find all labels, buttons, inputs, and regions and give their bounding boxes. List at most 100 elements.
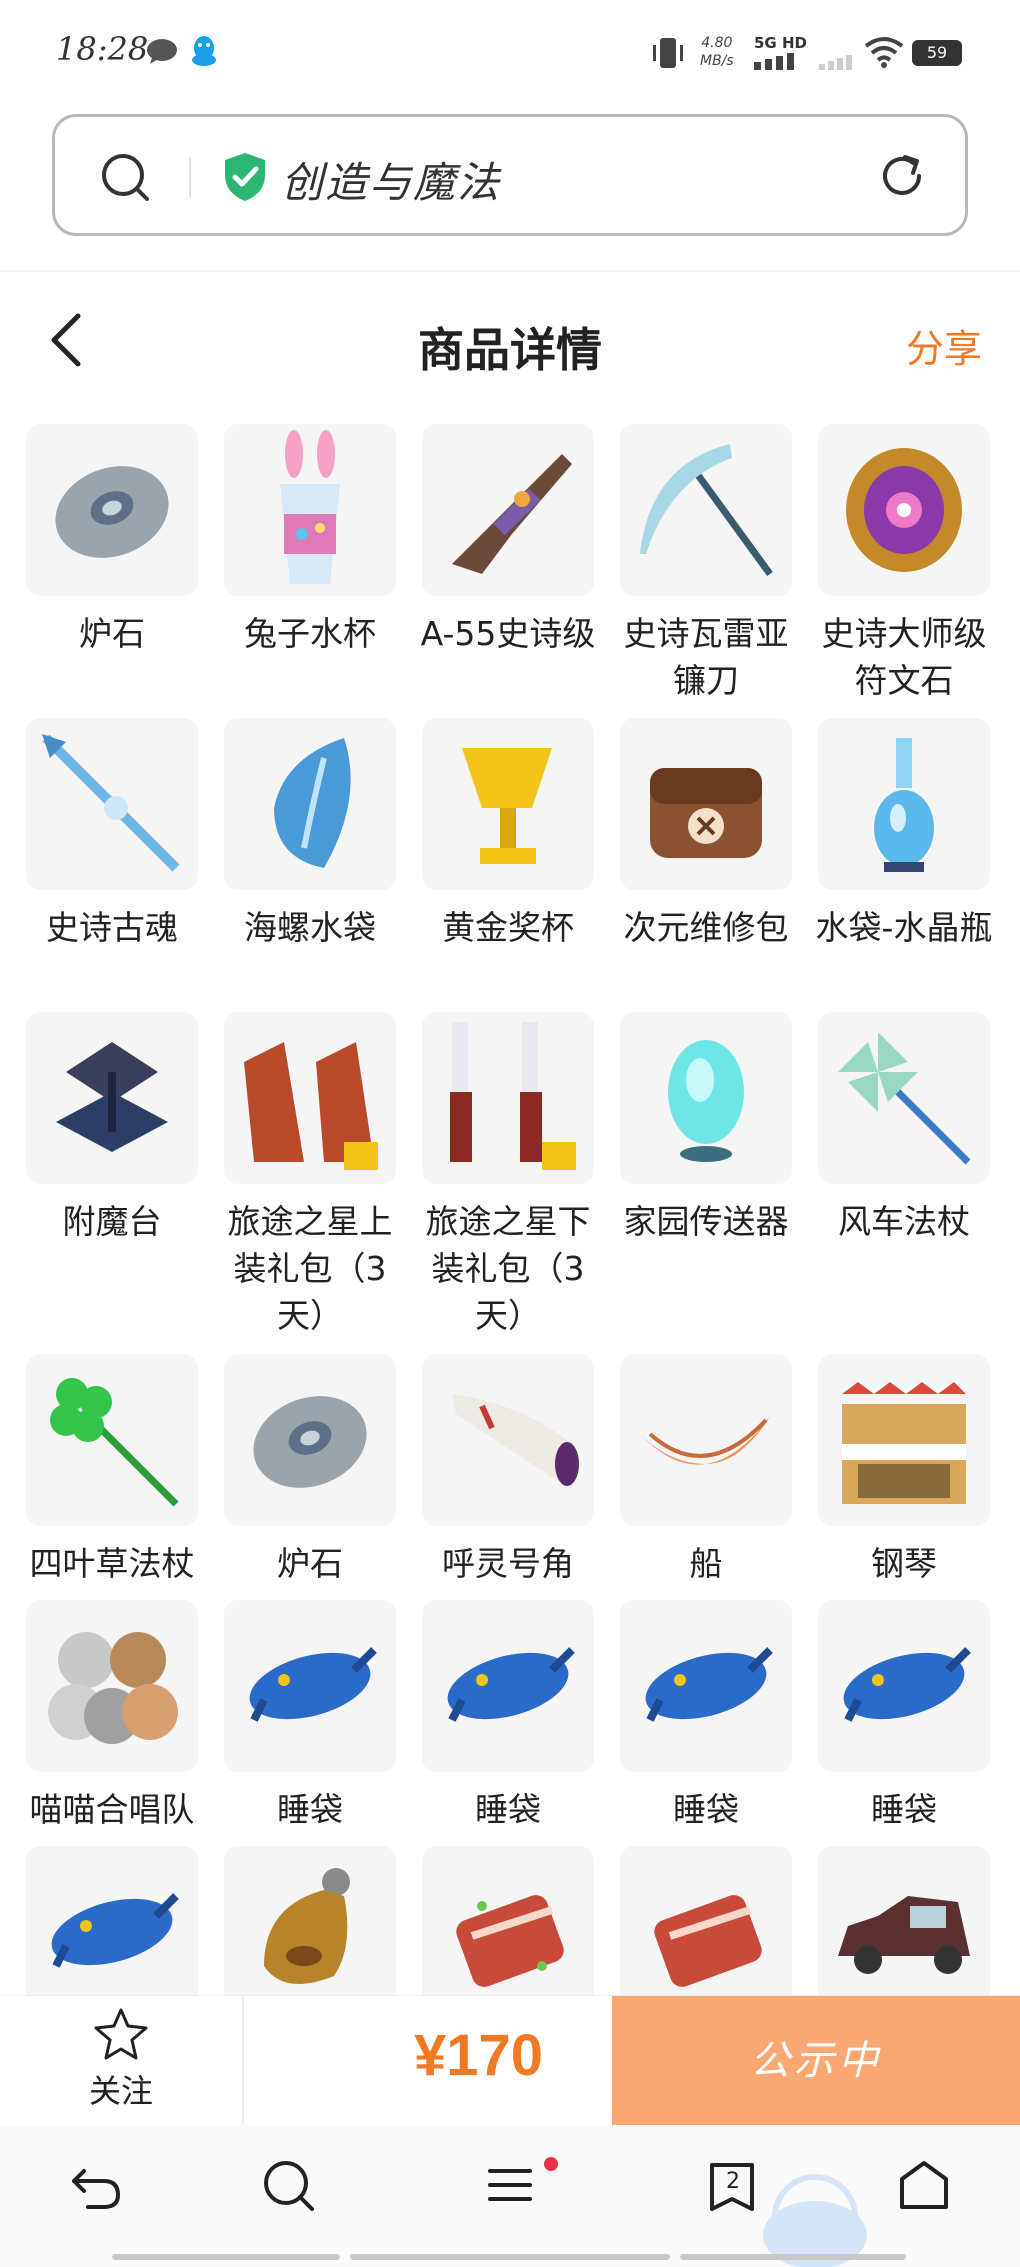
item-label: 兔子水杯 bbox=[244, 614, 376, 653]
grid-item[interactable] bbox=[805, 1846, 1003, 1995]
header-divider bbox=[0, 270, 1020, 272]
grid-item[interactable]: 炉石 bbox=[13, 424, 211, 657]
grid-item[interactable]: 船 bbox=[607, 1354, 805, 1587]
network-speed: 4.80 MB/s bbox=[700, 34, 734, 70]
item-label: 钢琴 bbox=[871, 1544, 937, 1583]
action-divider bbox=[242, 1996, 244, 2126]
item-label: 家园传送器 bbox=[623, 1202, 789, 1241]
grid-item[interactable]: 钢琴 bbox=[805, 1354, 1003, 1587]
item-label: 船 bbox=[689, 1544, 723, 1583]
car-icon bbox=[818, 1846, 990, 1995]
grid-item[interactable]: 四叶草法杖 bbox=[13, 1354, 211, 1587]
battery-indicator: 59 bbox=[912, 40, 962, 66]
address-divider bbox=[189, 157, 191, 197]
item-label: 海螺水袋 bbox=[244, 908, 376, 947]
grid-item[interactable]: 睡袋 bbox=[211, 1600, 409, 1833]
site-title[interactable]: 创造与魔法 bbox=[281, 149, 501, 210]
grid-item[interactable]: 兔子水杯 bbox=[211, 424, 409, 657]
grid-item[interactable]: 史诗古魂 bbox=[13, 718, 211, 951]
grid-item[interactable]: A-55史诗级 bbox=[409, 424, 607, 657]
grid-item[interactable]: 黄金奖杯 bbox=[409, 718, 607, 951]
cats-icon bbox=[26, 1600, 198, 1772]
item-label: 黄金奖杯 bbox=[442, 908, 574, 947]
grid-item[interactable]: 睡袋 bbox=[607, 1600, 805, 1833]
grid-item[interactable]: 史诗瓦雷亚镰刀 bbox=[607, 424, 805, 704]
item-label: A-55史诗级 bbox=[420, 614, 596, 653]
back-icon[interactable] bbox=[64, 2153, 128, 2217]
item-label: 呼灵号角 bbox=[442, 1544, 574, 1583]
sleeping-bag-icon bbox=[422, 1600, 594, 1772]
item-label: 睡袋 bbox=[871, 1790, 937, 1829]
purchase-bar: 关注 ¥170 公示中 bbox=[0, 1995, 1020, 2126]
grid-item[interactable] bbox=[409, 1846, 607, 1995]
item-label: 睡袋 bbox=[475, 1790, 541, 1829]
item-label: 史诗古魂 bbox=[46, 908, 178, 947]
home-icon[interactable] bbox=[892, 2153, 956, 2217]
address-bar[interactable]: 创造与魔法 bbox=[52, 114, 968, 236]
grid-item[interactable]: 睡袋 bbox=[805, 1600, 1003, 1833]
pinwheel-staff-icon bbox=[818, 1012, 990, 1184]
item-label: 旅途之星上装礼包（3天） bbox=[227, 1202, 393, 1335]
notification-dot bbox=[544, 2157, 558, 2171]
horn-icon bbox=[422, 1354, 594, 1526]
star-icon bbox=[94, 2008, 148, 2060]
spear-icon bbox=[26, 718, 198, 890]
search-icon[interactable] bbox=[99, 151, 151, 203]
grid-item[interactable] bbox=[607, 1846, 805, 1995]
grid-item[interactable]: 水袋-水晶瓶 bbox=[805, 718, 1003, 951]
follow-button[interactable]: 关注 bbox=[0, 1996, 242, 2126]
browser-nav-bar: 2 bbox=[0, 2125, 1020, 2267]
mascot-overlay-icon bbox=[763, 2174, 867, 2267]
teleporter-icon bbox=[620, 1012, 792, 1184]
publicity-status-button[interactable]: 公示中 bbox=[612, 1996, 1020, 2126]
item-label: 水袋-水晶瓶 bbox=[815, 908, 993, 947]
grid-item[interactable]: 风车法杖 bbox=[805, 1012, 1003, 1245]
qq-penguin-icon bbox=[192, 36, 216, 66]
grid-item[interactable] bbox=[211, 1846, 409, 1995]
sleeping-bag-icon bbox=[620, 1600, 792, 1772]
reload-icon[interactable] bbox=[875, 149, 929, 203]
outfit-top-icon bbox=[224, 1012, 396, 1184]
trophy-icon bbox=[422, 718, 594, 890]
item-label: 史诗瓦雷亚镰刀 bbox=[623, 614, 789, 700]
sleeping-bag-icon bbox=[818, 1600, 990, 1772]
search-icon[interactable] bbox=[256, 2153, 320, 2217]
grid-item[interactable]: 史诗大师级符文石 bbox=[805, 424, 1003, 704]
vibrate-icon bbox=[653, 38, 683, 68]
grid-item[interactable]: 喵喵合唱队 bbox=[13, 1600, 211, 1833]
grid-item[interactable]: 炉石 bbox=[211, 1354, 409, 1587]
grid-item[interactable]: 旅途之星下装礼包（3天） bbox=[409, 1012, 607, 1339]
item-label: 四叶草法杖 bbox=[29, 1544, 195, 1583]
page-title: 商品详情 bbox=[418, 323, 602, 377]
tab-count: 2 bbox=[726, 2169, 740, 2194]
grid-item[interactable]: 呼灵号角 bbox=[409, 1354, 607, 1587]
gourd-icon bbox=[224, 1846, 396, 1995]
grid-item[interactable] bbox=[13, 1846, 211, 1995]
secure-shield-icon bbox=[225, 153, 265, 201]
follow-label: 关注 bbox=[88, 2072, 153, 2110]
crystal-bottle-icon bbox=[818, 718, 990, 890]
grid-item[interactable]: 海螺水袋 bbox=[211, 718, 409, 951]
signal-strength-icon bbox=[754, 53, 794, 70]
share-button[interactable]: 分享 bbox=[906, 318, 982, 373]
item-label: 炉石 bbox=[79, 614, 145, 653]
menu-icon[interactable] bbox=[478, 2153, 542, 2217]
item-label: 次元维修包 bbox=[623, 908, 789, 947]
grid-item[interactable]: 睡袋 bbox=[409, 1600, 607, 1833]
grid-item[interactable]: 家园传送器 bbox=[607, 1012, 805, 1245]
grid-item[interactable]: 次元维修包 bbox=[607, 718, 805, 951]
meat-icon bbox=[422, 1846, 594, 1995]
page-header: 商品详情 分享 bbox=[0, 280, 1020, 400]
enchant-table-icon bbox=[26, 1012, 198, 1184]
stone-icon bbox=[224, 1354, 396, 1526]
grid-item[interactable]: 旅途之星上装礼包（3天） bbox=[211, 1012, 409, 1339]
network-type: 5G HD bbox=[754, 34, 807, 52]
chat-bubble-icon bbox=[147, 39, 177, 64]
sleeping-bag-icon bbox=[224, 1600, 396, 1772]
gesture-bar-middle bbox=[350, 2254, 670, 2260]
outfit-bottom-icon bbox=[422, 1012, 594, 1184]
grid-item[interactable]: 附魔台 bbox=[13, 1012, 211, 1245]
item-label: 附魔台 bbox=[62, 1202, 162, 1241]
gesture-bar-right bbox=[680, 2254, 906, 2260]
item-grid: 炉石 兔子水杯 A-55史诗级 史诗瓦雷亚镰刀 史诗大师级符文石 史诗古魂 海螺… bbox=[0, 420, 1020, 1995]
